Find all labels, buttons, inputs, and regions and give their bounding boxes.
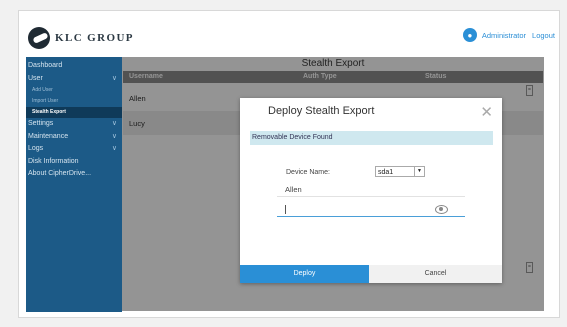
user-name[interactable]: Administrator xyxy=(482,31,526,40)
sidebar-item-maintenance[interactable]: Maintenance ∨ xyxy=(26,131,122,144)
device-name-label: Device Name: xyxy=(286,169,330,176)
close-icon[interactable]: ✕ xyxy=(480,103,493,121)
sidebar-item-user[interactable]: User ∨ xyxy=(26,73,122,86)
chevron-down-icon: ∨ xyxy=(111,132,117,140)
cancel-button[interactable]: Cancel xyxy=(369,265,502,283)
sidebar-item-logs[interactable]: Logs ∨ xyxy=(26,143,122,156)
eye-icon[interactable] xyxy=(435,205,448,214)
logout-link[interactable]: Logout xyxy=(532,31,555,40)
logo-text: KLC GROUP xyxy=(55,32,134,44)
user-menu: ● Administrator Logout xyxy=(462,28,555,42)
chevron-down-icon: ∨ xyxy=(111,74,117,82)
sidebar-item-add-user[interactable]: Add User xyxy=(26,85,122,96)
dialog-title: Deploy Stealth Export xyxy=(268,105,375,117)
sidebar-nav: Dashboard User ∨ Add User Import User Ste… xyxy=(26,57,122,312)
sidebar-item-settings[interactable]: Settings ∨ xyxy=(26,118,122,131)
deploy-stealth-export-dialog: Deploy Stealth Export ✕ Removable Device… xyxy=(240,98,502,283)
sidebar-item-stealth-export[interactable]: Stealth Export xyxy=(26,107,122,118)
sidebar-item-dashboard[interactable]: Dashboard xyxy=(26,60,122,73)
chevron-down-icon: ∨ xyxy=(111,120,117,127)
deploy-button[interactable]: Deploy xyxy=(240,265,369,283)
company-logo: KLC GROUP xyxy=(28,27,134,49)
text-cursor xyxy=(285,205,286,214)
username-field[interactable]: Allen xyxy=(277,183,465,197)
chevron-down-icon: ∨ xyxy=(111,145,117,152)
device-found-banner: Removable Device Found xyxy=(250,131,493,145)
user-icon: ● xyxy=(462,28,477,42)
sidebar-item-about[interactable]: About CipherDrive... xyxy=(26,168,122,181)
chevron-down-icon: ▼ xyxy=(414,167,424,176)
device-name-value: sda1 xyxy=(378,169,394,176)
sidebar-item-disk-information[interactable]: Disk Information xyxy=(26,156,122,169)
device-name-select[interactable]: sda1 ▼ xyxy=(375,166,425,177)
sidebar-item-import-user[interactable]: Import User xyxy=(26,96,122,107)
klc-logo-icon xyxy=(28,27,50,49)
